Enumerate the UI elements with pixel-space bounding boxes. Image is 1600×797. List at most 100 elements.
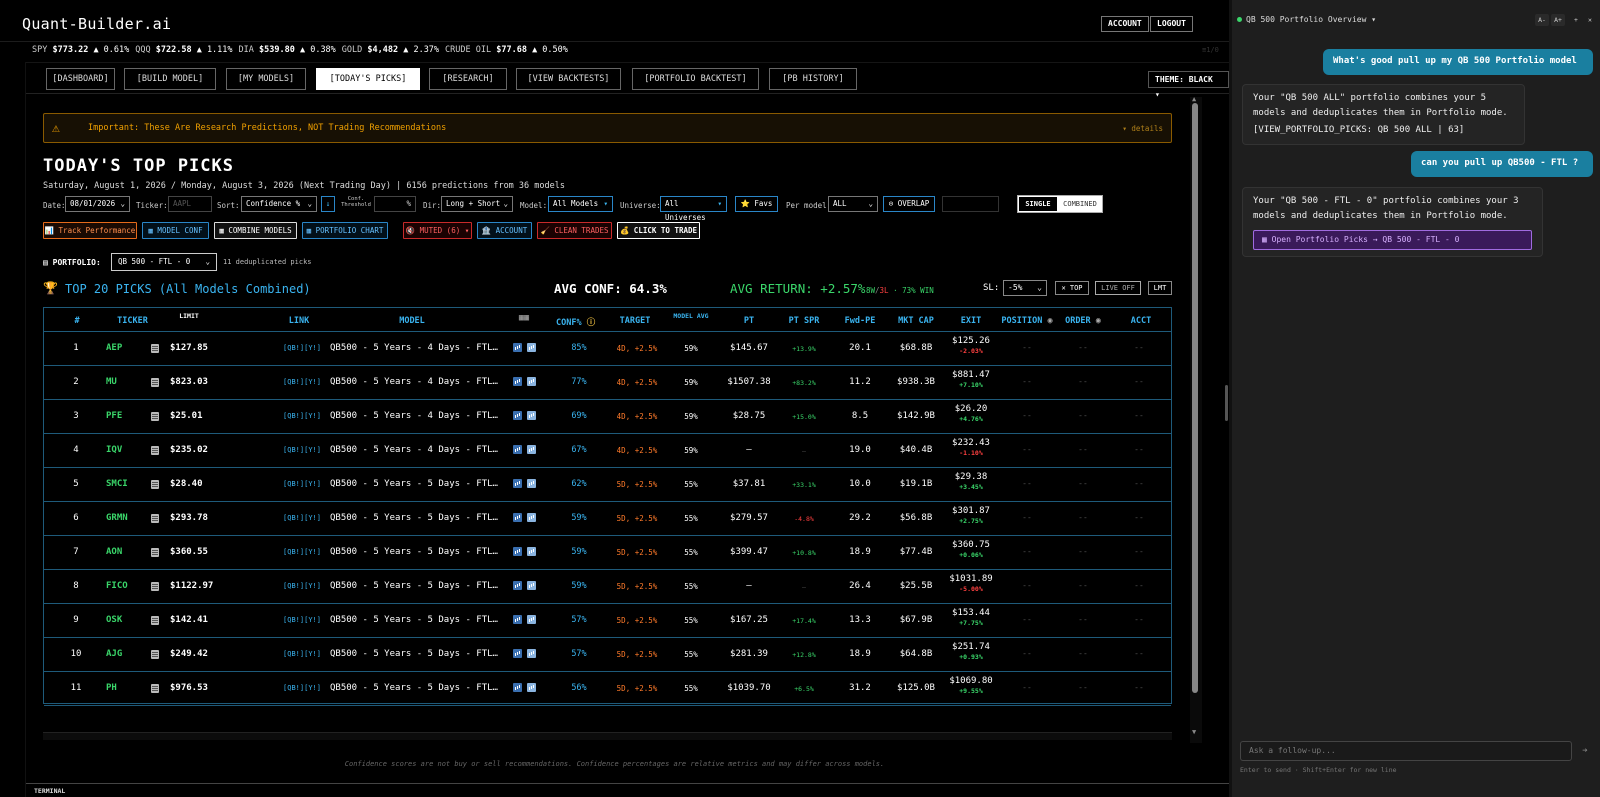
account-action-button[interactable]: 🏦 ACCOUNT [477,222,532,239]
line-chart-icon[interactable] [527,411,536,420]
universe-select[interactable]: All Universes ▾ [660,196,727,222]
model-name[interactable]: QB500 - 5 Years - 4 Days - FTL… [330,411,510,421]
tab-research[interactable]: [RESEARCH] [429,68,507,90]
bar-chart-icon[interactable] [513,683,522,692]
theme-select[interactable]: THEME: BLACK ▾ [1148,71,1229,99]
ticker-symbol[interactable]: OSK [106,615,146,625]
line-chart-icon[interactable] [527,513,536,522]
table-row[interactable]: 7 AON $360.55 [QB!][Y!] QB500 - 5 Years - 5 … [44,536,1171,570]
line-chart-icon[interactable] [527,343,536,352]
date-select[interactable]: 08/01/2026 ⌄ [65,196,130,212]
table-row[interactable]: 4 IQV $235.02 [QB!][Y!] QB500 - 5 Years - 4 … [44,434,1171,468]
external-links[interactable]: [QB!][Y!] [280,582,324,590]
live-toggle[interactable]: LIVE OFF [1095,281,1141,295]
bar-chart-icon[interactable] [513,513,522,522]
notes-icon[interactable] [151,684,159,693]
external-links[interactable]: [QB!][Y!] [280,344,324,352]
tab-todays-picks[interactable]: [TODAY'S PICKS] [316,68,420,90]
single-combined-toggle[interactable]: SINGLE COMBINED [1017,195,1103,213]
model-name[interactable]: QB500 - 5 Years - 5 Days - FTL… [330,581,510,591]
notes-icon[interactable] [151,616,159,625]
model-conf-button[interactable]: ▦ MODEL CONF [142,222,209,239]
header-mkt-cap[interactable]: MKT CAP [894,316,938,326]
top-button[interactable]: ✕ TOP [1055,281,1089,295]
tab-build-model[interactable]: [BUILD MODEL] [124,68,216,90]
notes-icon[interactable] [151,378,159,387]
model-select[interactable]: All Models ▾ [548,196,613,212]
header-target[interactable]: TARGET [617,316,653,326]
warning-details-toggle[interactable]: ▾ details [1122,124,1163,133]
external-links[interactable]: [QB!][Y!] [280,514,324,522]
close-chat-button[interactable]: ✕ [1583,14,1597,26]
header-acct[interactable]: ACCT [1126,316,1156,326]
notes-icon[interactable] [151,582,159,591]
vertical-scrollbar[interactable] [1190,97,1202,743]
horizontal-scrollbar[interactable] [43,732,1172,740]
bar-chart-icon[interactable] [513,581,522,590]
external-links[interactable]: [QB!][Y!] [280,548,324,556]
muted-dropdown[interactable]: 🔇 MUTED (6) ▾ [403,222,472,239]
resize-handle[interactable] [1225,385,1228,421]
line-chart-icon[interactable] [527,649,536,658]
table-row[interactable]: 5 SMCI $28.40 [QB!][Y!] QB500 - 5 Years - 5 … [44,468,1171,502]
model-name[interactable]: QB500 - 5 Years - 4 Days - FTL… [330,343,510,353]
header-number[interactable]: # [72,316,82,326]
account-button[interactable]: ACCOUNT [1101,16,1149,32]
header-exit[interactable]: EXIT [954,316,988,326]
notes-icon[interactable] [151,480,159,489]
overlap-button[interactable]: ⊙ OVERLAP [883,196,935,212]
header-fwd-pe[interactable]: Fwd-PE [840,316,880,326]
notes-icon[interactable] [151,446,159,455]
line-chart-icon[interactable] [527,615,536,624]
font-increase-button[interactable]: A+ [1551,14,1565,26]
external-links[interactable]: [QB!][Y!] [280,412,324,420]
ticker-symbol[interactable]: AON [106,547,146,557]
table-row[interactable]: 2 MU $823.03 [QB!][Y!] QB500 - 5 Years - 4 D… [44,366,1171,400]
bar-chart-icon[interactable] [513,479,522,488]
external-links[interactable]: [QB!][Y!] [280,650,324,658]
line-chart-icon[interactable] [527,581,536,590]
ticker-symbol[interactable]: MU [106,377,146,387]
external-links[interactable]: [QB!][Y!] [280,378,324,386]
ticker-symbol[interactable]: FICO [106,581,146,591]
terminal-bar[interactable]: TERMINAL [26,783,1229,797]
ticker-symbol[interactable]: SMCI [106,479,146,489]
combined-option[interactable]: COMBINED [1058,197,1102,211]
model-name[interactable]: QB500 - 5 Years - 5 Days - FTL… [330,649,510,659]
model-name[interactable]: QB500 - 5 Years - 4 Days - FTL… [330,445,510,455]
tab-my-models[interactable]: [MY MODELS] [226,68,306,90]
ticker-symbol[interactable]: GRMN [106,513,146,523]
combine-models-button[interactable]: ▦ COMBINE MODELS [214,222,297,239]
notes-icon[interactable] [151,650,159,659]
tab-portfolio-backtest[interactable]: [PORTFOLIO BACKTEST] [632,68,759,90]
table-row[interactable]: 9 OSK $142.41 [QB!][Y!] QB500 - 5 Years - 5 … [44,604,1171,638]
bar-chart-icon[interactable] [513,377,522,386]
direction-select[interactable]: Long + Short ⌄ [441,196,513,212]
external-links[interactable]: [QB!][Y!] [280,616,324,624]
model-name[interactable]: QB500 - 5 Years - 5 Days - FTL… [330,547,510,557]
notes-icon[interactable] [151,412,159,421]
tab-view-backtests[interactable]: [VIEW BACKTESTS] [516,68,621,90]
portfolio-chart-button[interactable]: ▦ PORTFOLIO CHART [302,222,388,239]
sort-direction-button[interactable]: ↓ [321,196,335,212]
logout-button[interactable]: LOGOUT [1150,16,1193,32]
line-chart-icon[interactable] [527,479,536,488]
font-decrease-button[interactable]: A- [1535,14,1549,26]
header-conf[interactable]: CONF% ⓘ [556,316,595,328]
bar-chart-icon[interactable] [513,411,522,420]
external-links[interactable]: [QB!][Y!] [280,684,324,692]
open-portfolio-picks-button[interactable]: ▦ Open Portfolio Picks → QB 500 - FTL - … [1253,230,1532,250]
logo[interactable]: Quant-Builder.ai [22,15,171,33]
click-to-trade-button[interactable]: 💰 CLICK TO TRADE [617,222,700,239]
conf-threshold-input[interactable]: % [374,196,416,212]
clean-trades-button[interactable]: 🧹 CLEAN TRADES [537,222,612,239]
stop-loss-select[interactable]: -5% ⌄ [1003,280,1047,296]
model-name[interactable]: QB500 - 5 Years - 5 Days - FTL… [330,479,510,489]
table-row[interactable]: 10 AJG $249.42 [QB!][Y!] QB500 - 5 Years - 5… [44,638,1171,672]
model-name[interactable]: QB500 - 5 Years - 5 Days - FTL… [330,513,510,523]
line-chart-icon[interactable] [527,547,536,556]
favs-button[interactable]: ⭐ Favs [735,196,778,212]
model-name[interactable]: QB500 - 5 Years - 5 Days - FTL… [330,683,510,693]
bar-chart-icon[interactable] [513,615,522,624]
single-option[interactable]: SINGLE [1019,197,1057,211]
